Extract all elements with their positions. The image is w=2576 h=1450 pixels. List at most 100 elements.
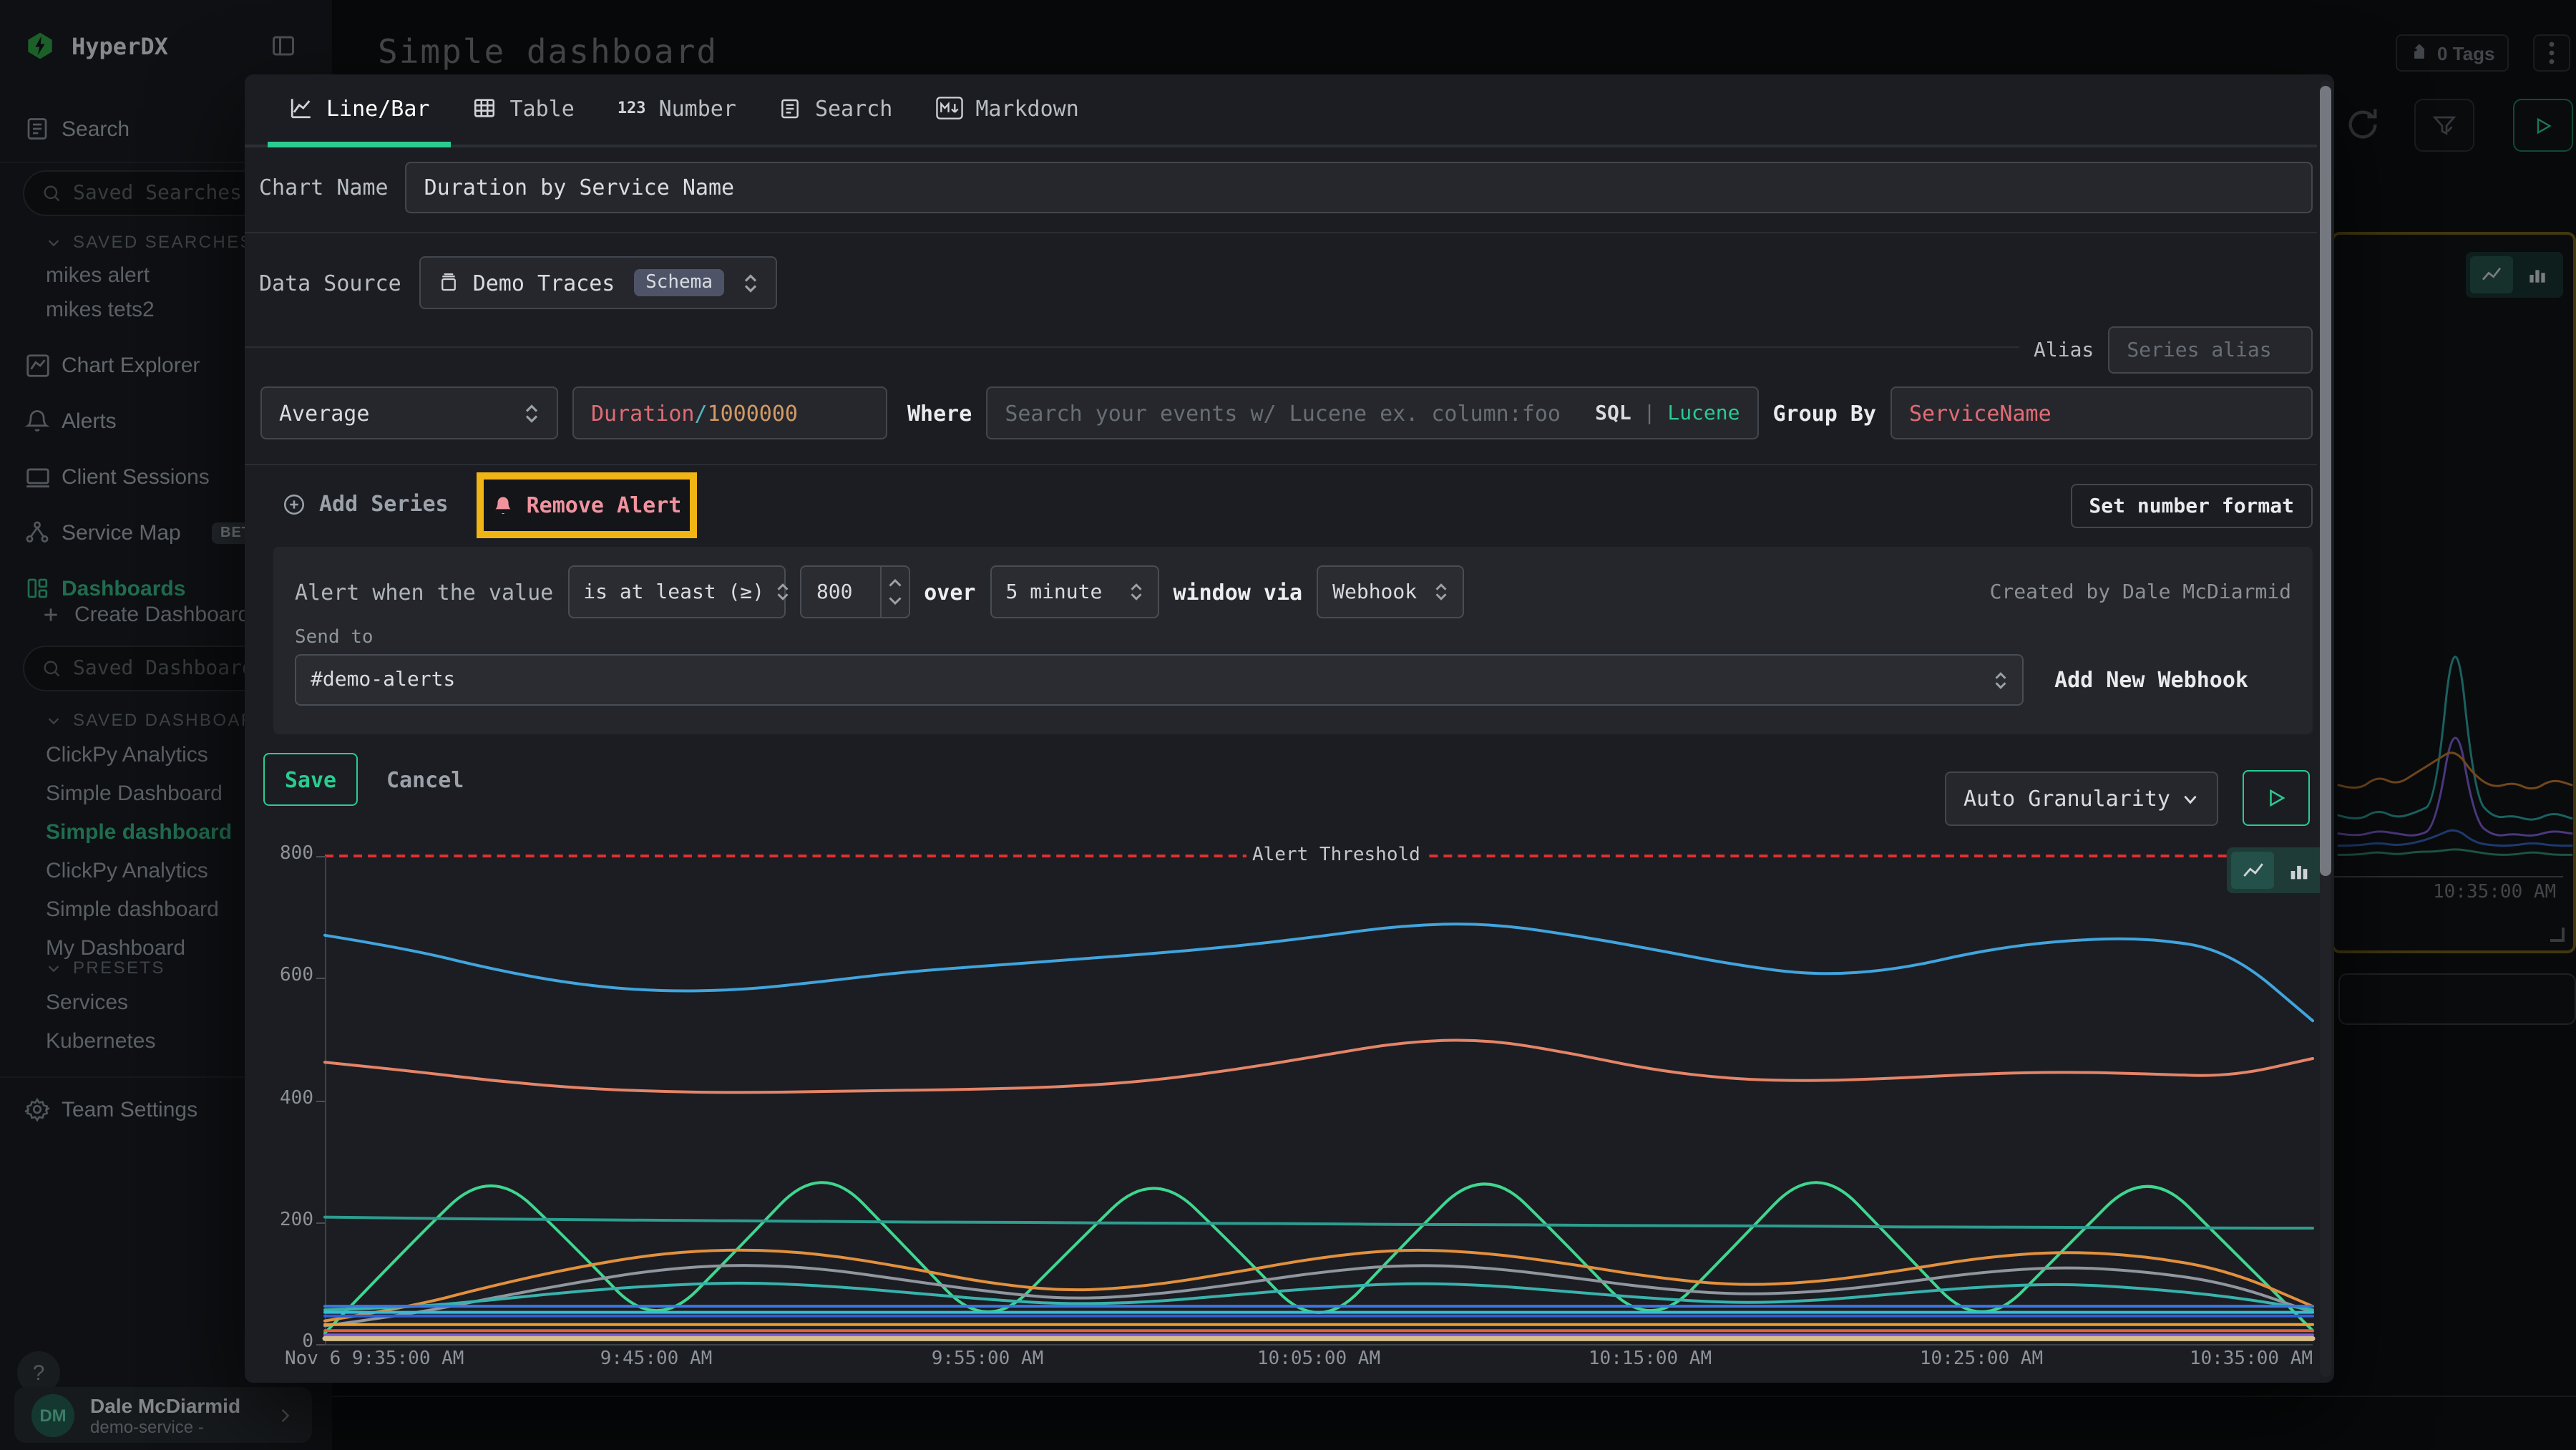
tab-label: Line/Bar <box>326 95 430 121</box>
tab-label: Search <box>815 95 892 121</box>
editor-tabs: Line/Bar Table 123 Number Search Markdown <box>245 74 2317 147</box>
alert-threshold-input[interactable]: 800 <box>799 565 909 618</box>
plus-circle-icon <box>282 492 306 516</box>
y-tick-label: 200 <box>245 1210 313 1231</box>
chart-name-label: Chart Name <box>259 175 389 200</box>
y-tick-mark <box>316 1100 325 1101</box>
x-axis <box>325 1344 2313 1346</box>
schema-badge: Schema <box>634 269 724 296</box>
series-row: Average Duration/1000000 Where Search yo… <box>260 386 2313 439</box>
alert-window-select[interactable]: 5 minute <box>990 565 1159 618</box>
alert-condition-row: Alert when the value is at least (≥) 800… <box>295 565 2291 618</box>
y-tick-label: 400 <box>245 1087 313 1109</box>
line-chart-icon <box>289 96 313 120</box>
data-source-row: Data Source Demo Traces Schema <box>259 256 778 309</box>
y-tick-mark <box>316 856 325 857</box>
alias-label: Alias <box>2034 339 2094 361</box>
chevron-down-icon <box>888 597 901 605</box>
chart-type-toggle <box>2227 847 2324 893</box>
add-new-webhook-button[interactable]: Add New Webhook <box>2054 667 2248 693</box>
send-to-row: #demo-alerts Add New Webhook <box>295 654 2291 706</box>
remove-alert-highlight: Remove Alert <box>477 472 697 538</box>
y-tick-mark <box>316 978 325 980</box>
chevron-updown-icon <box>743 273 759 293</box>
data-source-select[interactable]: Demo Traces Schema <box>420 256 778 309</box>
tab-label: Markdown <box>975 95 1079 121</box>
alert-prefix: Alert when the value <box>295 579 553 605</box>
alert-channel-select[interactable]: Webhook <box>1317 565 1464 618</box>
alias-input[interactable]: Series alias <box>2108 326 2313 374</box>
chart-series-series-02 <box>325 1040 2313 1092</box>
x-tick-label: 9:55:00 AM <box>932 1348 1044 1370</box>
chart-series-series-04 <box>325 1217 2313 1228</box>
group-by-input[interactable]: ServiceName <box>1890 386 2313 439</box>
chart-editor-modal: Line/Bar Table 123 Number Search Markdown Cha… <box>245 74 2334 1383</box>
number-stepper[interactable] <box>879 567 908 617</box>
chart-name-input[interactable]: Duration by Service Name <box>406 162 2313 213</box>
actions-row: Add Series Remove Alert Set number forma… <box>260 472 2313 538</box>
modal-scrollbar-thumb[interactable] <box>2320 86 2331 876</box>
chevron-updown-icon <box>776 583 790 601</box>
bar-chart-toggle-icon[interactable] <box>2277 852 2320 889</box>
line-chart-toggle-icon[interactable] <box>2231 852 2274 889</box>
field-expression-input[interactable]: Duration/1000000 <box>572 386 887 439</box>
table-icon <box>473 96 497 120</box>
chevron-updown-icon <box>1993 671 2007 689</box>
granularity-select[interactable]: Auto Granularity <box>1945 772 2218 826</box>
where-search-input[interactable]: Search your events w/ Lucene ex. column:… <box>986 386 1758 439</box>
tab-label: Table <box>510 95 575 121</box>
alert-condition-select[interactable]: is at least (≥) <box>567 565 785 618</box>
x-tick-label: 9:45:00 AM <box>600 1348 713 1370</box>
send-to-select[interactable]: #demo-alerts <box>295 654 2023 706</box>
language-toggle[interactable]: SQL | Lucene <box>1595 402 1740 424</box>
chevron-down-icon <box>2181 789 2200 808</box>
via-label: window via <box>1174 579 1303 605</box>
group-by-label: Group By <box>1773 400 1877 426</box>
tab-line-bar[interactable]: Line/Bar <box>268 74 452 147</box>
database-icon <box>439 272 460 293</box>
save-button[interactable]: Save <box>263 753 358 806</box>
y-tick-label: 800 <box>245 843 313 865</box>
tab-markdown[interactable]: Markdown <box>914 74 1101 147</box>
chevron-up-icon <box>888 578 901 587</box>
y-tick-label: 600 <box>245 965 313 987</box>
chart-name-row: Chart Name Duration by Service Name <box>259 162 2313 213</box>
created-by-label: Created by Dale McDiarmid <box>1990 580 2291 603</box>
tab-table[interactable]: Table <box>452 74 596 147</box>
bell-icon <box>492 495 514 516</box>
x-tick-label: 10:05:00 AM <box>1257 1348 1380 1370</box>
line-chart <box>325 856 2313 1344</box>
alert-config-panel: Alert when the value is at least (≥) 800… <box>273 547 2313 734</box>
run-chart-button[interactable] <box>2243 770 2310 826</box>
app-root: HyperDX Search Saved Searches SAVED SEAR… <box>0 0 2576 1450</box>
x-tick-label: 10:15:00 AM <box>1589 1348 1712 1370</box>
chevron-updown-icon <box>1434 583 1448 601</box>
y-tick-mark <box>316 1344 325 1346</box>
tab-label: Number <box>659 95 736 121</box>
set-number-format-button[interactable]: Set number format <box>2070 484 2313 528</box>
where-label: Where <box>907 400 972 426</box>
cancel-button[interactable]: Cancel <box>386 753 464 806</box>
chevron-updown-icon <box>524 403 540 423</box>
add-series-button[interactable]: Add Series <box>282 491 449 517</box>
tab-search[interactable]: Search <box>758 74 914 147</box>
divider <box>245 346 2019 348</box>
over-label: over <box>924 579 975 605</box>
chevron-updown-icon <box>1129 583 1143 601</box>
data-source-label: Data Source <box>259 270 401 296</box>
tab-number[interactable]: 123 Number <box>596 74 758 147</box>
number-123-icon: 123 <box>618 99 646 117</box>
play-icon <box>2265 787 2287 809</box>
divider <box>245 464 2317 465</box>
markdown-icon <box>935 96 962 120</box>
x-tick-label: Nov 6 9:35:00 AM <box>285 1348 464 1370</box>
alias-row: Alias Series alias <box>2034 326 2313 374</box>
send-to-label: Send to <box>295 627 2291 648</box>
chart-series-series-01 <box>325 924 2313 1021</box>
y-tick-mark <box>316 1222 325 1224</box>
document-icon <box>779 97 802 120</box>
x-tick-label: 10:35:00 AM <box>2190 1348 2313 1370</box>
aggregation-select[interactable]: Average <box>260 386 558 439</box>
divider <box>245 232 2317 233</box>
remove-alert-button[interactable]: Remove Alert <box>527 492 682 518</box>
